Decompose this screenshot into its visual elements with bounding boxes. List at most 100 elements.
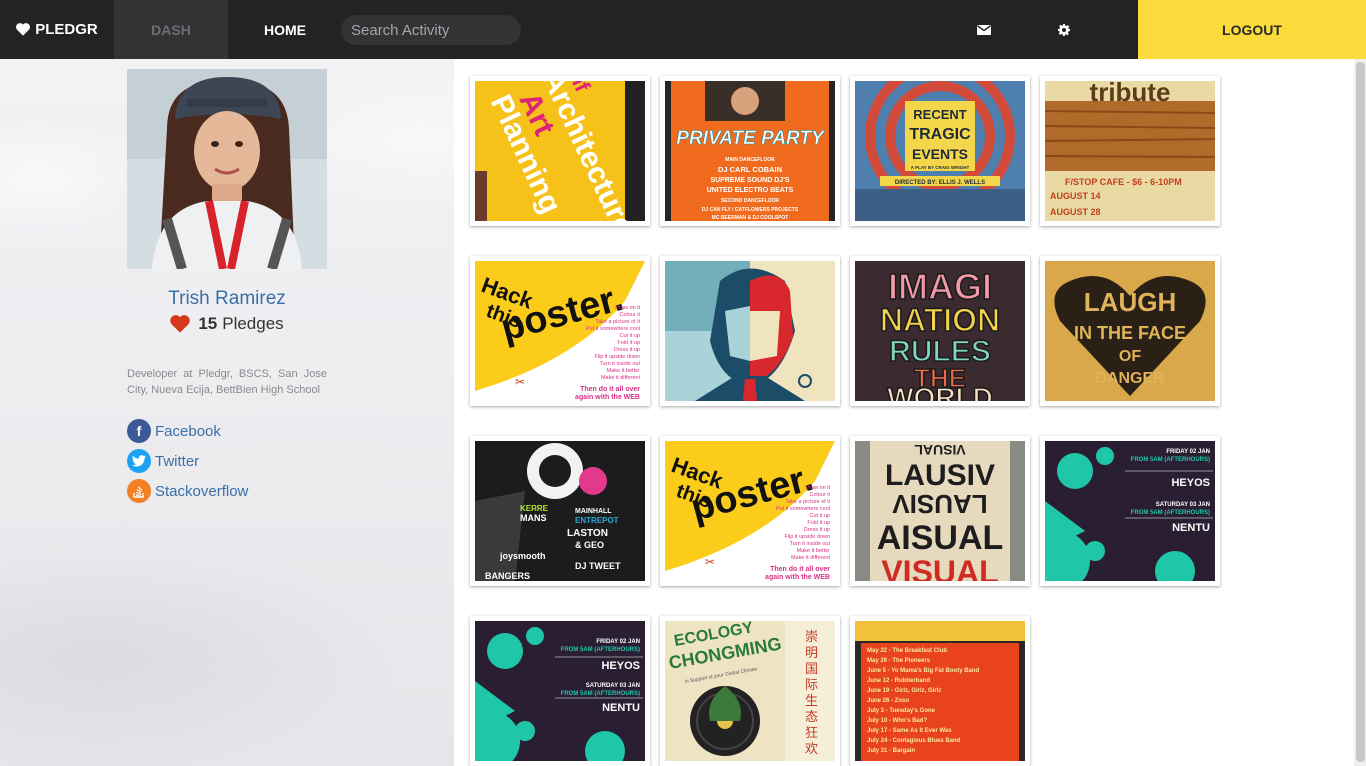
svg-text:Cut it up: Cut it up [620,333,640,339]
svg-text:✂: ✂ [515,375,525,389]
svg-text:Dress it up: Dress it up [804,527,830,533]
twitter-label: Twitter [155,452,200,470]
svg-text:FROM 5AM (AFTERHOURS): FROM 5AM (AFTERHOURS) [561,691,640,697]
svg-text:Then do it all over: Then do it all over [770,566,830,573]
svg-text:生: 生 [805,694,818,709]
user-name[interactable]: Trish Ramirez [127,288,327,310]
svg-text:AUGUST 28: AUGUST 28 [1050,207,1101,217]
twitter-link[interactable]: Twitter [127,449,199,473]
svg-text:LAUGH: LAUGH [1084,287,1176,317]
svg-text:Take a picture of it: Take a picture of it [785,499,830,505]
svg-text:IMAGI: IMAGI [888,266,992,307]
poster-card[interactable]: RECENT TRAGIC EVENTS A PLAY BY CRAIG WRI… [850,76,1030,226]
poster-thumbnail: IMAGI NATION RULES THE WORLD [855,261,1025,401]
svg-text:HEYOS: HEYOS [601,660,640,672]
svg-text:SECOND DANCEFLOOR: SECOND DANCEFLOOR [721,198,779,204]
svg-text:ENTREPOT: ENTREPOT [575,516,619,525]
svg-text:June 12 - Rubberband: June 12 - Rubberband [867,678,930,684]
poster-title: PRIVATE PARTY [676,128,826,149]
poster-thumbnail: Hack this poster. Draw on it Colour it Ta… [665,441,835,581]
svg-text:May 29 - The Pioneers: May 29 - The Pioneers [867,658,931,664]
scrollbar-thumb[interactable] [1356,62,1365,762]
svg-text:UNITED ELECTRO BEATS: UNITED ELECTRO BEATS [707,187,794,194]
poster-card[interactable]: FRIDAY 02 JAN FROM 5AM (AFTERHOURS) HEYO… [1040,436,1220,586]
poster-card[interactable] [660,256,840,406]
svg-text:NENTU: NENTU [602,702,640,714]
poster-card[interactable]: PRIVATE PARTY MAIN DANCEFLOOR DJ CARL CO… [660,76,840,226]
poster-card[interactable]: LAUGH IN THE FACE OF DANGER [1040,256,1220,406]
poster-card[interactable]: Architecture Art Planning Conf [470,76,650,226]
svg-text:Cut it up: Cut it up [810,513,830,519]
top-navbar: PLEDGR DASH HOME LOGOUT [0,0,1366,59]
poster-thumbnail [665,261,835,401]
poster-card[interactable]: KERRE MANS MAINHALL ENTREPOT LASTON & GE… [470,436,650,586]
svg-text:LAUSIV: LAUSIV [885,459,995,492]
settings-button[interactable] [1044,0,1084,59]
svg-text:June 26 - Zoso: June 26 - Zoso [867,698,909,704]
svg-text:Fold it up: Fold it up [617,340,640,346]
brand-logo[interactable]: PLEDGR [0,0,114,59]
svg-text:Draw on it: Draw on it [805,485,830,491]
svg-text:May 22 - The Breakfast Club: May 22 - The Breakfast Club [867,648,947,654]
facebook-link[interactable]: f Facebook [127,419,221,443]
poster-card[interactable]: VISUAL LAUSIV LAUSIV AISUAL VISUAL [850,436,1030,586]
brand-name: PLEDGR [35,21,98,38]
user-bio: Developer at Pledgr, BSCS, San Jose City… [127,368,327,396]
svg-text:Make it different: Make it different [601,375,641,381]
logout-button[interactable]: LOGOUT [1138,0,1366,59]
svg-text:HEYOS: HEYOS [1171,477,1210,489]
svg-text:Put it somewhere cool: Put it somewhere cool [776,506,830,512]
nav-dash[interactable]: DASH [114,0,228,59]
svg-text:A PLAY BY CRAIG WRIGHT: A PLAY BY CRAIG WRIGHT [911,165,970,170]
svg-text:F/STOP CAFE - $6 - 6-10PM: F/STOP CAFE - $6 - 6-10PM [1065,177,1182,187]
svg-text:WORLD: WORLD [887,382,993,401]
poster-card[interactable]: IMAGI NATION RULES THE WORLD [850,256,1030,406]
svg-text:NENTU: NENTU [1172,522,1210,534]
svg-text:欢: 欢 [805,742,818,757]
poster-card[interactable]: ECOLOGY CHONGMING in Support of your Glo… [660,616,840,766]
svg-text:FROM 5AM (AFTERHOURS): FROM 5AM (AFTERHOURS) [1131,457,1210,463]
svg-text:Make it different: Make it different [791,555,831,561]
avatar [127,69,327,269]
poster-card[interactable]: May 22 - The Breakfast Club May 29 - The… [850,616,1030,766]
poster-thumbnail: Hack this poster. Draw on it Colour it Ta… [475,261,645,401]
svg-text:KERRE: KERRE [520,504,549,513]
svg-text:MAIN DANCEFLOOR: MAIN DANCEFLOOR [725,157,775,163]
pledge-count: 15 Pledges [127,314,327,334]
svg-text:BANGERS: BANGERS [485,571,530,581]
poster-card[interactable]: Hack this poster. Draw on it Colour it Ta… [660,436,840,586]
stackoverflow-link[interactable]: Stackoverflow [127,479,248,503]
svg-text:DJ CAN FLY / CATFLOWERS PROJEC: DJ CAN FLY / CATFLOWERS PROJECTS [702,207,799,213]
svg-text:joysmooth: joysmooth [499,551,546,561]
svg-text:Flip it upside down: Flip it upside down [594,354,640,360]
svg-text:July 17 - Same As It Ever Was: July 17 - Same As It Ever Was [867,728,952,734]
svg-text:RECENT: RECENT [913,107,967,122]
svg-text:again with the WEB: again with the WEB [575,394,640,401]
nav-home[interactable]: HOME [228,0,342,59]
svg-text:态: 态 [805,710,818,725]
svg-text:& GEO: & GEO [575,540,604,550]
poster-thumbnail: ECOLOGY CHONGMING in Support of your Glo… [665,621,835,761]
poster-thumbnail: PRIVATE PARTY MAIN DANCEFLOOR DJ CARL CO… [665,81,835,221]
svg-text:AISUAL: AISUAL [877,519,1004,557]
svg-text:Dress it up: Dress it up [614,347,640,353]
svg-text:SUPREME SOUND DJ'S: SUPREME SOUND DJ'S [710,177,789,184]
svg-text:Draw on it: Draw on it [615,305,640,311]
poster-card[interactable]: FRIDAY 02 JAN FROM 5AM (AFTERHOURS) HEYO… [470,616,650,766]
svg-text:AUGUST 14: AUGUST 14 [1050,191,1101,201]
poster-thumbnail: FRIDAY 02 JAN FROM 5AM (AFTERHOURS) HEYO… [475,621,645,761]
search-input[interactable] [341,15,521,45]
profile-sidebar: Trish Ramirez 15 Pledges Developer at Pl… [0,59,454,766]
svg-text:Fold it up: Fold it up [807,520,830,526]
svg-text:Make it better: Make it better [797,548,830,554]
svg-text:Make it better: Make it better [607,368,640,374]
svg-text:July 31 - Bargain: July 31 - Bargain [867,748,915,754]
svg-text:July 10 - Who's Bad?: July 10 - Who's Bad? [867,718,927,724]
pledge-number: 15 [198,314,218,333]
svg-text:FROM 5AM (AFTERHOURS): FROM 5AM (AFTERHOURS) [1131,510,1210,516]
svg-text:Take a picture of it: Take a picture of it [595,319,640,325]
poster-card[interactable]: Hack this poster. Draw on it Colour it Ta… [470,256,650,406]
poster-thumbnail: VISUAL LAUSIV LAUSIV AISUAL VISUAL [855,441,1025,581]
poster-card[interactable]: tribute F/STOP CAFE - $6 - 6-10PM AUGUST… [1040,76,1220,226]
mail-button[interactable] [964,0,1004,59]
